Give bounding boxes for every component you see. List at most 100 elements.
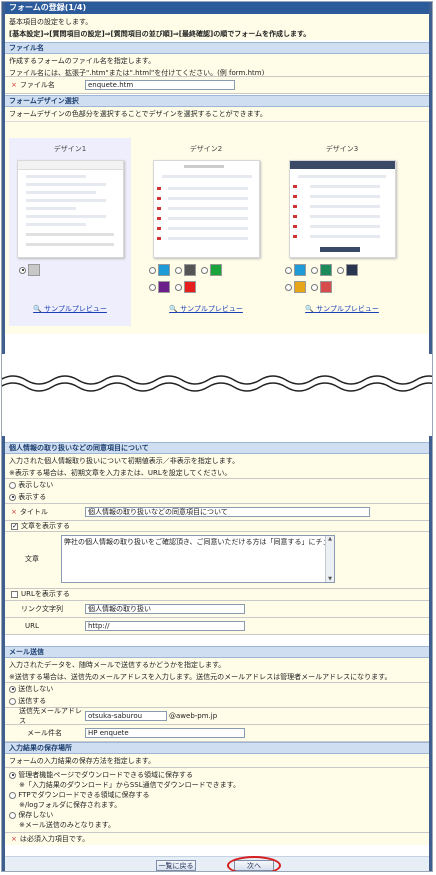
design2-color1-swatch[interactable]: [158, 264, 170, 276]
torn-edge-divider: [2, 375, 432, 392]
design1-color1-radio[interactable]: [19, 266, 26, 274]
show-text-checkbox[interactable]: [11, 521, 18, 531]
show-url-label: URLを表示する: [21, 590, 70, 598]
filename-desc: 作成するフォームのファイル名を指定します。 ファイル名には、拡張子".htm"ま…: [5, 54, 429, 77]
design3-color4-swatch[interactable]: [294, 281, 306, 293]
design3-color5-radio[interactable]: [311, 283, 318, 291]
mail-yes-radio[interactable]: [9, 697, 16, 705]
privacy-show-radio[interactable]: [9, 493, 16, 501]
mail-yes-label: 送信する: [18, 697, 47, 705]
design2-color2-swatch[interactable]: [184, 264, 196, 276]
design3-preview-label: サンプルプレビュー: [316, 305, 379, 313]
design1-thumbnail[interactable]: [17, 160, 124, 258]
privacy-show-label: 表示する: [18, 493, 47, 501]
privacy-text-area[interactable]: 弊社の個人情報の取り扱いをご確認頂き、ご同意いただける方は「同意する」にチェック…: [61, 535, 335, 583]
show-text-row: 文章を表示する: [5, 520, 429, 531]
design-card-2[interactable]: デザイン2 🔍 サンプルプレビュー: [145, 138, 267, 326]
design3-color3-radio[interactable]: [337, 266, 344, 274]
design2-color3-radio[interactable]: [201, 266, 208, 274]
design3-color2-radio[interactable]: [311, 266, 318, 274]
show-url-checkbox[interactable]: [11, 590, 18, 598]
required-mark: ×: [11, 508, 17, 516]
privacy-desc: 入力された個人情報取り扱いについて初期値表示／非表示を指定します。 ※表示する場…: [5, 454, 429, 478]
mail-heading: メール送信: [5, 646, 429, 658]
mail-to-label: 送信先メールアドレス: [19, 707, 82, 725]
magnifier-icon: 🔍: [33, 305, 42, 313]
design2-color1-radio[interactable]: [149, 266, 156, 274]
design1-color1-swatch[interactable]: [28, 264, 40, 276]
design-card-1[interactable]: デザイン1 🔍 サンプルプレビュー: [9, 138, 131, 326]
design-card-3[interactable]: デザイン3 🔍 サンプルプレビュー: [281, 138, 403, 326]
storage-section: 入力結果の保存場所 フォームの入力結果の保存方法を指定します。 管理者機能ページ…: [5, 742, 429, 845]
mail-subject-row: メール件名: [5, 724, 429, 742]
filename-input[interactable]: [85, 80, 235, 90]
mail-subject-input[interactable]: [85, 728, 245, 738]
privacy-hide-radio[interactable]: [9, 481, 16, 489]
url-label: URL: [25, 622, 39, 630]
privacy-text-label: 文章: [25, 555, 39, 563]
storage-opt1-radio[interactable]: [9, 771, 16, 779]
mail-no-radio[interactable]: [9, 685, 16, 693]
mail-desc2: ※送信する場合は、送信先のメールアドレスを入力します。送信元のメールアドレスは管…: [9, 673, 392, 681]
link-text-row: リンク文字列: [5, 600, 429, 617]
privacy-title-input[interactable]: [85, 507, 370, 517]
privacy-heading: 個人情報の取り扱いなどの同意項目について: [5, 442, 429, 454]
design3-color5-swatch[interactable]: [320, 281, 332, 293]
design-section: フォームデザイン選択 フォームデザインの色部分を選択することでデザインを選択する…: [5, 95, 429, 334]
design2-thumbnail[interactable]: [153, 160, 260, 258]
required-note-row: × は必須入力項目です。: [5, 832, 429, 845]
design2-color2-radio[interactable]: [175, 266, 182, 274]
bottom-panel: 個人情報の取り扱いなどの同意項目について 入力された個人情報取り扱いについて初期…: [5, 436, 429, 871]
design2-color5-radio[interactable]: [175, 283, 182, 291]
filename-section: ファイル名 作成するフォームのファイル名を指定します。 ファイル名には、拡張子"…: [5, 42, 429, 94]
design3-color4-radio[interactable]: [285, 283, 292, 291]
design1-preview-link[interactable]: 🔍 サンプルプレビュー: [9, 304, 131, 314]
storage-opt2-radio[interactable]: [9, 791, 16, 799]
required-mark: ×: [11, 81, 17, 89]
privacy-title-label: タイトル: [19, 508, 48, 516]
link-text-label: リンク文字列: [21, 605, 63, 613]
scroll-up-icon[interactable]: ▲: [326, 536, 334, 542]
basic-line2: [基本設定]⇒[質問項目の設定]⇒[質問項目の並び順]⇒[最終確認]の順でフォー…: [9, 30, 311, 38]
design2-color4-swatch[interactable]: [158, 281, 170, 293]
design3-color2-swatch[interactable]: [320, 264, 332, 276]
storage-options: 管理者機能ページでダウンロードできる領域に保存する ※「入力結果のダウンロード」…: [5, 767, 429, 832]
filename-heading: ファイル名: [5, 42, 429, 54]
mail-to-input[interactable]: [85, 711, 167, 721]
design3-color3-swatch[interactable]: [346, 264, 358, 276]
design2-preview-link[interactable]: 🔍 サンプルプレビュー: [145, 304, 267, 314]
back-to-list-button[interactable]: 一覧に戻る: [156, 860, 196, 871]
storage-heading: 入力結果の保存場所: [5, 742, 429, 754]
url-input[interactable]: [85, 621, 245, 631]
storage-opt3-radio[interactable]: [9, 811, 16, 819]
required-note: は必須入力項目です。: [19, 835, 90, 843]
design2-color3-swatch[interactable]: [210, 264, 222, 276]
form-window: フォームの登録(1/4) 基本項目の設定をします。 [基本設定]⇒[質問項目の設…: [1, 1, 433, 872]
mail-section: メール送信 入力されたデータを、随時メールで送信するかどうかを指定します。 ※送…: [5, 646, 429, 742]
privacy-text-content: 弊社の個人情報の取り扱いをご確認頂き、ご同意いただける方は「同意する」にチェック…: [64, 538, 328, 546]
design3-thumbnail[interactable]: [289, 160, 396, 258]
highlight-circle: [227, 856, 281, 871]
magnifier-icon: 🔍: [169, 305, 178, 313]
design3-color-options: [285, 262, 403, 296]
mail-domain: @aweb-pm.jp: [169, 712, 218, 720]
filename-row: × ファイル名: [5, 76, 429, 94]
omitted-section-gap: [2, 354, 432, 436]
storage-opt3-label: 保存しない: [18, 811, 54, 819]
design2-preview-label: サンプルプレビュー: [180, 305, 243, 313]
design3-color1-swatch[interactable]: [294, 264, 306, 276]
link-text-input[interactable]: [85, 604, 245, 614]
design2-color5-swatch[interactable]: [184, 281, 196, 293]
text-scrollbar[interactable]: ▲ ▼: [325, 536, 334, 582]
design-cards: デザイン1 🔍 サンプルプレビュー デザイン2 🔍 サンプルプレビュー デザイン…: [5, 121, 429, 334]
design3-preview-link[interactable]: 🔍 サンプルプレビュー: [281, 304, 403, 314]
button-bar: 一覧に戻る 次へ: [5, 856, 429, 871]
show-text-label: 文章を表示する: [21, 522, 70, 530]
design2-color4-radio[interactable]: [149, 283, 156, 291]
design2-title: デザイン2: [189, 145, 223, 153]
design3-color1-radio[interactable]: [285, 266, 292, 274]
privacy-radios: 表示しない 表示する: [5, 478, 429, 503]
mail-subject-label: メール件名: [27, 729, 62, 737]
scroll-down-icon[interactable]: ▼: [326, 576, 334, 582]
mail-to-row: 送信先メールアドレス @aweb-pm.jp: [5, 707, 429, 725]
